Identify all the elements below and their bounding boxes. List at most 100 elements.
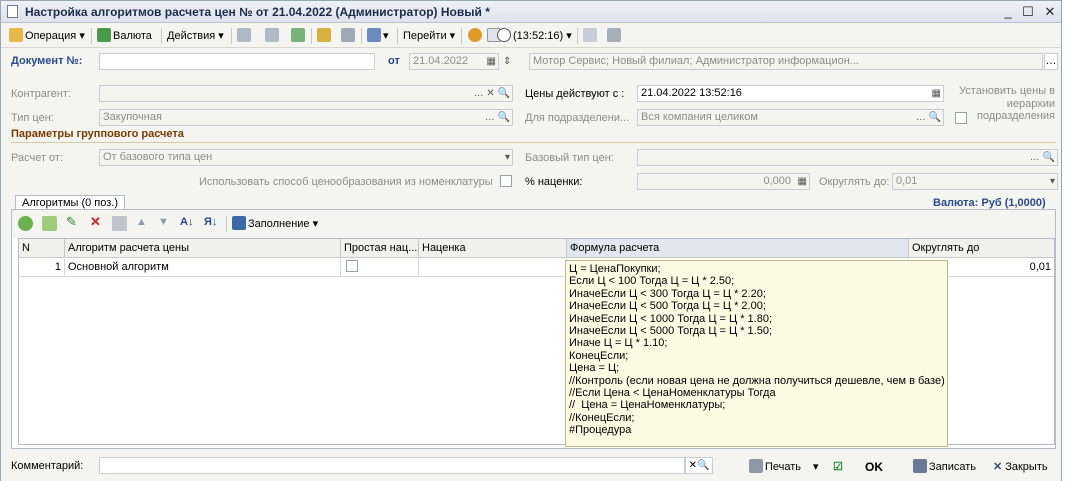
add-icon[interactable] <box>18 216 33 231</box>
title-bar: Настройка алгоритмов расчета цен № от 21… <box>1 1 1061 23</box>
check-icon[interactable]: ☑ <box>833 458 843 476</box>
grid-toolbar: ✎ ✕ ▲ ▼ A↓ Я↓ Заполнение ▾ <box>12 210 1055 238</box>
calendar-icon[interactable]: ▦ <box>932 86 941 101</box>
post-icon[interactable] <box>237 27 253 45</box>
base-type-field[interactable]: … 🔍 <box>637 149 1058 166</box>
help-icon[interactable] <box>468 27 484 45</box>
prices-valid-field[interactable]: 21.04.2022 13:52:16 ▦ <box>637 85 944 102</box>
column-header-round[interactable]: Округлять до <box>909 239 1054 258</box>
counterparty-actions-icon[interactable]: … ✕ 🔍 <box>474 86 510 101</box>
fill-button[interactable]: Заполнение ▾ <box>232 215 318 233</box>
date-field[interactable]: 21.04.2022 ▦ <box>409 53 499 70</box>
use-method-checkbox[interactable] <box>500 175 512 187</box>
price-type-actions-icon[interactable]: … 🔍 <box>485 110 510 125</box>
row-number: 1 <box>19 259 65 277</box>
toolbar: Операция ▾ Валюта Действия ▾ ▾ Перейти ▾… <box>1 24 1061 48</box>
counterparty-label: Контрагент: <box>11 88 71 100</box>
actions-menu[interactable]: Действия ▾ <box>167 27 224 45</box>
sort-desc-icon[interactable]: Я↓ <box>204 213 217 231</box>
comment-field[interactable] <box>99 457 685 474</box>
row-simple-markup-cell[interactable] <box>341 259 419 277</box>
column-header-markup[interactable]: Наценка <box>419 239 567 258</box>
move-down-icon[interactable]: ▼ <box>158 213 169 231</box>
price-type-field[interactable]: Закупочная… 🔍 <box>99 109 513 126</box>
list-icon[interactable] <box>607 27 623 45</box>
operation-icon <box>9 28 23 42</box>
hierarchy-checkbox[interactable] <box>955 112 967 124</box>
close-icon: ✕ <box>993 461 1003 473</box>
simple-markup-checkbox[interactable] <box>346 260 358 272</box>
date-stepper-icon[interactable]: ⇕ <box>503 54 511 69</box>
copy-icon[interactable] <box>42 216 57 231</box>
save-icon <box>913 459 927 473</box>
date-from-label: от <box>388 55 400 67</box>
ok-button[interactable]: OK <box>865 458 883 476</box>
unpost-icon[interactable] <box>265 27 281 45</box>
chevron-down-icon[interactable]: ▾ <box>1050 174 1055 189</box>
group-calculation-heading: Параметры группового расчета <box>11 128 184 140</box>
document-icon <box>7 5 18 18</box>
subdivision-actions-icon[interactable]: … 🔍 <box>916 110 941 125</box>
round-label: Округлять до: <box>819 176 890 188</box>
document-window: Настройка алгоритмов расчета цен № от 21… <box>0 0 1062 481</box>
column-header-algorithm[interactable]: Алгоритм расчета цены <box>65 239 341 258</box>
row-markup[interactable] <box>419 259 567 277</box>
structure-icon[interactable]: ▾ <box>367 27 389 45</box>
calc-from-select[interactable]: От базового типа цен ▾ <box>99 149 513 166</box>
organization-field: Мотор Сервис; Новый филиал; Администрато… <box>529 53 1043 70</box>
save-button[interactable]: Записать <box>913 458 976 476</box>
goto-menu[interactable]: Перейти ▾ <box>403 27 455 45</box>
column-header-simple-markup[interactable]: Простая нац... <box>341 239 419 258</box>
minimize-icon[interactable]: _ <box>999 3 1017 21</box>
calculator-icon[interactable]: ▦ <box>798 174 807 189</box>
clock-icon <box>497 28 511 42</box>
currency-icon <box>97 28 111 42</box>
sort-asc-icon[interactable]: A↓ <box>180 213 193 231</box>
markup-label: % наценки: <box>525 176 583 188</box>
close-icon[interactable]: ✕ <box>1041 3 1059 21</box>
close-button[interactable]: ✕ Закрыть <box>993 458 1048 476</box>
organization-select-button[interactable]: … <box>1044 53 1058 70</box>
hierarchy-label: Установить цены в иерархии подразделения <box>959 85 1055 122</box>
print-menu-icon[interactable]: ▾ <box>813 458 819 476</box>
base-type-actions-icon[interactable]: … 🔍 <box>1030 150 1055 165</box>
formula-tooltip: Ц = ЦенаПокупки; Если Ц < 100 Тогда Ц = … <box>565 260 948 447</box>
chevron-down-icon[interactable]: ▾ <box>505 150 510 165</box>
maximize-icon[interactable]: ☐ <box>1019 3 1037 21</box>
calc-from-label: Расчет от: <box>11 152 64 164</box>
refresh-icon[interactable] <box>291 27 307 45</box>
subdivision-label: Для подразделени... <box>525 112 630 124</box>
time-button[interactable]: (13:52:16) ▾ <box>497 27 572 45</box>
column-header-n[interactable]: N <box>19 239 65 258</box>
edit-icon[interactable]: ✎ <box>66 213 77 231</box>
window-title: Настройка алгоритмов расчета цен № от 21… <box>25 5 490 19</box>
comment-label: Комментарий: <box>11 460 84 472</box>
move-up-icon[interactable]: ▲ <box>136 213 147 231</box>
fill-icon <box>232 216 246 230</box>
counterparty-field[interactable]: … ✕ 🔍 <box>99 85 513 102</box>
base-type-label: Базовый тип цен: <box>525 152 614 164</box>
price-type-label: Тип цен: <box>11 112 54 124</box>
calendar-icon[interactable]: ▦ <box>487 54 496 69</box>
printer-icon <box>749 459 763 473</box>
currency-button[interactable]: Валюта <box>97 27 152 45</box>
markup-field[interactable]: 0,000 ▦ <box>637 173 810 190</box>
comment-clear-search-icon[interactable]: ✕🔍 <box>685 457 713 474</box>
use-method-label: Использовать способ ценообразования из н… <box>199 176 493 188</box>
based-on-icon[interactable] <box>317 27 333 45</box>
column-header-formula[interactable]: Формула расчета <box>567 239 909 258</box>
round-select[interactable]: 0,01 ▾ <box>892 173 1058 190</box>
document-number-label: Документ №: <box>11 55 83 67</box>
operation-button[interactable]: Операция ▾ <box>9 27 85 45</box>
print-button[interactable]: Печать <box>749 458 801 476</box>
document-number-field[interactable] <box>99 53 375 70</box>
delete-icon[interactable]: ✕ <box>90 213 101 231</box>
row-algorithm-name[interactable]: Основной алгоритм <box>65 259 341 277</box>
prices-valid-label: Цены действуют с : <box>525 88 625 100</box>
footer-bar: Комментарий: ✕🔍 Печать ▾ ☑ OK Записать ✕… <box>1 453 1061 481</box>
subdivision-field[interactable]: Вся компания целиком… 🔍 <box>637 109 944 126</box>
hierarchy-icon[interactable] <box>341 27 357 45</box>
end-edit-icon[interactable] <box>112 216 127 231</box>
currency-note: Валюта: Руб (1,0000) <box>933 197 1046 209</box>
tree-icon[interactable] <box>583 27 599 45</box>
